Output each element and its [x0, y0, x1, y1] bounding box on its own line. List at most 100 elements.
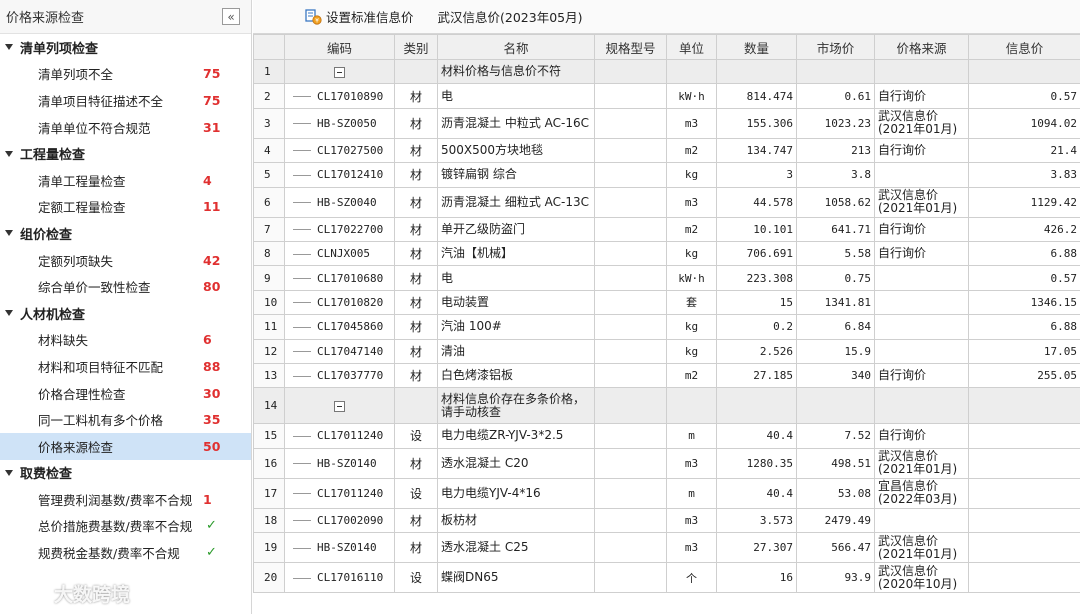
code-cell[interactable]: CL17011240 — [284, 477, 395, 509]
unit-cell[interactable]: kg — [666, 338, 717, 364]
check-item[interactable]: 清单列项不全 75 — [0, 61, 251, 88]
table-row[interactable]: 20 CL17016110 设蝶阀DN65 个 16 93.9 武汉信息价(2020年10月… — [253, 562, 1080, 594]
quantity-cell[interactable]: 706.691 — [716, 240, 797, 267]
unit-cell[interactable]: m3 — [666, 532, 717, 564]
market-price-cell[interactable]: 15.9 — [796, 338, 875, 364]
spec-cell[interactable] — [594, 216, 667, 242]
info-price-cell[interactable] — [968, 423, 1080, 449]
column-header[interactable]: 类别 — [394, 34, 438, 60]
name-cell[interactable]: 单开乙级防盗门 — [437, 216, 595, 242]
quantity-cell[interactable]: 44.578 — [716, 186, 797, 218]
code-cell[interactable]: CL17047140 — [284, 338, 395, 364]
price-source-cell[interactable]: 武汉信息价(2021年01月) — [874, 532, 969, 564]
category-cell[interactable]: 材 — [394, 240, 438, 267]
table-row[interactable]: 10 CL17010820 材电动装置 套 15 1341.81 1346.15 — [253, 289, 1080, 316]
info-price-cell[interactable]: 1346.15 — [968, 289, 1080, 316]
name-cell[interactable]: 电 — [437, 83, 595, 109]
name-cell[interactable]: 镀锌扁钢 综合 — [437, 162, 595, 188]
code-cell[interactable]: CL17016110 — [284, 562, 395, 594]
market-price-cell[interactable]: 2479.49 — [796, 507, 875, 534]
market-price-cell[interactable]: 213 — [796, 137, 875, 164]
category-cell[interactable]: 材 — [394, 338, 438, 364]
market-price-cell[interactable]: 1023.23 — [796, 107, 875, 139]
check-group[interactable]: 组价检查 — [0, 220, 251, 247]
price-source-cell[interactable] — [874, 314, 969, 340]
market-price-cell[interactable]: 93.9 — [796, 562, 875, 594]
spec-cell[interactable] — [594, 423, 667, 449]
info-price-cell[interactable]: 6.88 — [968, 240, 1080, 267]
spec-cell[interactable] — [594, 83, 667, 109]
price-source-cell[interactable] — [874, 338, 969, 364]
info-price-cell[interactable] — [968, 562, 1080, 594]
expand-triangle-icon[interactable] — [5, 44, 13, 51]
quantity-cell[interactable]: 0.2 — [716, 314, 797, 340]
table-row[interactable]: 17 CL17011240 设电力电缆YJV-4*16 m 40.4 53.08 宜昌信息价… — [253, 477, 1080, 509]
market-price-cell[interactable]: 1058.62 — [796, 186, 875, 218]
spec-cell[interactable] — [594, 338, 667, 364]
quantity-cell[interactable]: 27.307 — [716, 532, 797, 564]
market-price-cell[interactable]: 340 — [796, 362, 875, 389]
quantity-cell[interactable]: 2.526 — [716, 338, 797, 364]
category-cell[interactable]: 材 — [394, 532, 438, 564]
spec-cell[interactable] — [594, 107, 667, 139]
category-cell[interactable]: 材 — [394, 162, 438, 188]
info-price-cell[interactable] — [968, 507, 1080, 534]
check-item[interactable]: 价格来源检查 50 — [0, 432, 251, 460]
unit-cell[interactable]: 个 — [666, 562, 717, 594]
table-row[interactable]: 18 CL17002090 材板枋材 m3 3.573 2479.49 — [253, 507, 1080, 534]
check-item[interactable]: 价格合理性检查 30 — [0, 380, 251, 407]
spec-cell[interactable] — [594, 447, 667, 479]
price-source-cell[interactable]: 武汉信息价(2021年01月) — [874, 107, 969, 139]
category-cell[interactable]: 材 — [394, 186, 438, 218]
market-price-cell[interactable]: 7.52 — [796, 423, 875, 449]
price-source-cell[interactable] — [874, 162, 969, 188]
quantity-cell[interactable]: 40.4 — [716, 423, 797, 449]
check-item[interactable]: 综合单价一致性检查 80 — [0, 273, 251, 300]
info-price-cell[interactable] — [968, 477, 1080, 509]
column-header[interactable]: 名称 — [437, 34, 595, 60]
column-header[interactable]: 编码 — [284, 34, 395, 60]
price-source-cell[interactable] — [874, 289, 969, 316]
price-source-cell[interactable]: 自行询价 — [874, 216, 969, 242]
collapse-minus-icon[interactable] — [334, 400, 345, 412]
group-row[interactable]: 14 材料信息价存在多条价格，请手动核查 — [253, 387, 1080, 425]
code-cell[interactable]: CL17012410 — [284, 162, 395, 188]
check-item[interactable]: 清单项目特征描述不全 75 — [0, 87, 251, 114]
table-row[interactable]: 4 CL17027500 材 500X500方块地毯 m2 134.747 213 自行询价 2… — [253, 137, 1080, 164]
market-price-cell[interactable]: 3.8 — [796, 162, 875, 188]
table-row[interactable]: 11 CL17045860 材汽油 100# kg 0.2 6.84 6.88 — [253, 314, 1080, 340]
info-price-cell[interactable]: 3.83 — [968, 162, 1080, 188]
quantity-cell[interactable]: 27.185 — [716, 362, 797, 389]
info-price-cell[interactable]: 1094.02 — [968, 107, 1080, 139]
price-source-cell[interactable]: 武汉信息价(2021年01月) — [874, 447, 969, 479]
quantity-cell[interactable]: 1280.35 — [716, 447, 797, 479]
price-source-cell[interactable]: 自行询价 — [874, 240, 969, 267]
spec-cell[interactable] — [594, 186, 667, 218]
name-cell[interactable]: 蝶阀DN65 — [437, 562, 595, 594]
quantity-cell[interactable]: 16 — [716, 562, 797, 594]
info-price-cell[interactable]: 255.05 — [968, 362, 1080, 389]
spec-cell[interactable] — [594, 507, 667, 534]
category-cell[interactable]: 材 — [394, 507, 438, 534]
price-source-cell[interactable]: 自行询价 — [874, 137, 969, 164]
expand-triangle-icon[interactable] — [5, 230, 13, 237]
unit-cell[interactable]: m3 — [666, 447, 717, 479]
spec-cell[interactable] — [594, 265, 667, 291]
expand-triangle-icon[interactable] — [5, 469, 13, 476]
name-cell[interactable]: 透水混凝土 C20 — [437, 447, 595, 479]
market-price-cell[interactable]: 566.47 — [796, 532, 875, 564]
unit-cell[interactable]: m — [666, 477, 717, 509]
check-group[interactable]: 工程量检查 — [0, 140, 251, 167]
price-source-cell[interactable]: 自行询价 — [874, 362, 969, 389]
collapse-panel-button[interactable]: « — [222, 8, 240, 25]
category-cell[interactable]: 材 — [394, 216, 438, 242]
check-item[interactable]: 清单工程量检查 4 — [0, 167, 251, 194]
collapse-minus-icon[interactable] — [334, 66, 345, 78]
code-cell[interactable]: HB-SZ0040 — [284, 186, 395, 218]
check-item[interactable]: 管理费利润基数/费率不合规 1 — [0, 486, 251, 513]
code-cell[interactable]: CL17002090 — [284, 507, 395, 534]
info-price-cell[interactable]: 0.57 — [968, 83, 1080, 109]
check-item[interactable]: 总价措施费基数/费率不合规 ✓ — [0, 513, 251, 540]
expand-triangle-icon[interactable] — [5, 150, 13, 157]
name-cell[interactable]: 汽油【机械】 — [437, 240, 595, 267]
